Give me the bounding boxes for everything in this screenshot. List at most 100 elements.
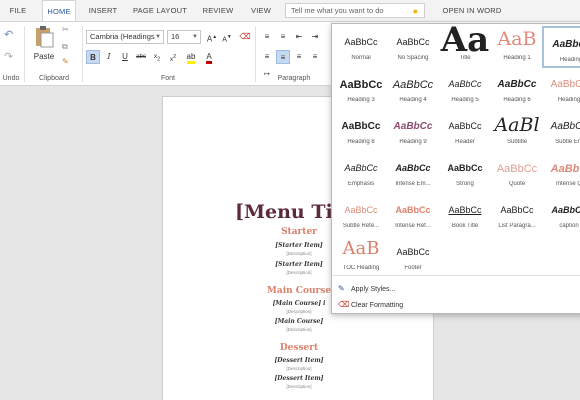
tab-view[interactable]: VIEW: [246, 0, 276, 21]
style-option[interactable]: AaB TOC Heading: [334, 236, 388, 278]
redo-icon[interactable]: ↷: [4, 50, 13, 63]
style-name: Footer: [404, 265, 422, 271]
tab-page-layout[interactable]: PAGE LAYOUT: [130, 0, 190, 21]
bold-button[interactable]: B: [86, 50, 100, 64]
style-preview: AaBbC: [550, 163, 580, 175]
clear-formatting-menu-item[interactable]: ⌫ Clear Formatting: [338, 298, 403, 311]
style-option[interactable]: AaBbcc Heading: [542, 26, 580, 68]
clear-formatting-icon: ⌫: [338, 300, 350, 309]
main-course-item[interactable]: [Main Course]: [163, 318, 435, 325]
style-option[interactable]: Aa Title: [438, 24, 492, 68]
italic-button[interactable]: I: [102, 50, 116, 64]
item-description[interactable]: [Description]: [163, 366, 435, 371]
style-option[interactable]: AaBbCc Heading 9: [386, 110, 440, 152]
style-option[interactable]: AaBbC Intense Q: [542, 152, 580, 194]
tab-open-in-word[interactable]: OPEN IN WORD: [432, 0, 512, 21]
style-option[interactable]: AaBbCc Subtle Em: [542, 110, 580, 152]
chevron-down-icon: ▼: [192, 34, 198, 40]
style-option[interactable]: AaBbCc Book Title: [438, 194, 492, 236]
bullets-icon[interactable]: ≡: [260, 30, 274, 44]
style-preview: AaBbCc: [395, 163, 431, 173]
tab-home[interactable]: HOME: [42, 0, 76, 22]
font-name-select[interactable]: Cambria (Headings ▼: [86, 30, 164, 44]
chevron-down-icon: ▼: [155, 34, 161, 40]
style-option[interactable]: AaBl Subtitle: [490, 110, 544, 152]
align-center-icon[interactable]: ≡: [276, 50, 290, 64]
item-description[interactable]: [Description]: [163, 384, 435, 389]
shrink-font-icon[interactable]: A▼: [220, 30, 234, 44]
style-option[interactable]: AaBbCc Heading: [542, 68, 580, 110]
copy-icon[interactable]: ⧉: [62, 42, 68, 52]
style-name: Subtle Em: [555, 139, 580, 145]
font-color-icon[interactable]: A: [202, 50, 216, 64]
numbering-icon[interactable]: ≡: [276, 30, 290, 44]
tab-insert[interactable]: INSERT: [84, 0, 122, 21]
style-option[interactable]: AaB Heading 1: [490, 26, 544, 68]
style-option[interactable]: AaBbCc Header: [438, 110, 492, 152]
style-option[interactable]: AaBbCc Intense Ref...: [386, 194, 440, 236]
dessert-item[interactable]: [Dessert Item]: [163, 375, 435, 382]
cut-icon[interactable]: ✂: [62, 25, 69, 34]
style-option[interactable]: AaBbCc Emphasis: [334, 152, 388, 194]
style-option[interactable]: AaBbCc Footer: [386, 236, 440, 278]
increase-indent-icon[interactable]: ⇥: [308, 30, 322, 44]
dessert-item[interactable]: [Dessert Item]: [163, 357, 435, 364]
style-option[interactable]: AaBbCc Intense Em...: [386, 152, 440, 194]
align-left-icon[interactable]: ≡: [260, 50, 274, 64]
superscript-button[interactable]: x2: [166, 50, 180, 64]
style-preview: AaBbCc: [339, 79, 383, 91]
style-option[interactable]: AaBbCc No Spacing: [386, 26, 440, 68]
justify-icon[interactable]: ≡: [308, 50, 322, 64]
paste-button[interactable]: Paste: [30, 52, 58, 61]
ribbon-tabs: FILE HOME INSERT PAGE LAYOUT REVIEW VIEW…: [0, 0, 580, 22]
style-option[interactable]: AaBbCc List Paragra...: [490, 194, 544, 236]
style-preview: AaBbCc: [392, 79, 434, 91]
grow-font-icon[interactable]: A▲: [205, 30, 219, 44]
highlight-icon[interactable]: ab: [184, 50, 198, 64]
style-option[interactable]: AaBbCc Heading 4: [386, 68, 440, 110]
style-preview: AaBbCc: [341, 121, 381, 132]
style-preview: AaB: [342, 238, 380, 259]
style-preview: AaBbCc: [448, 79, 482, 89]
apply-styles-label: Apply Styles...: [351, 286, 396, 293]
undo-icon[interactable]: ↶: [4, 28, 13, 41]
style-option[interactable]: AaBbCc Quote: [490, 152, 544, 194]
apply-styles-menu-item[interactable]: ✎ Apply Styles...: [338, 282, 395, 295]
strikethrough-button[interactable]: abc: [134, 50, 148, 64]
divider: [82, 26, 83, 82]
paste-icon[interactable]: [32, 25, 56, 51]
underline-button[interactable]: U: [118, 50, 132, 64]
font-size-select[interactable]: 16 ▼: [167, 30, 201, 44]
decrease-indent-icon[interactable]: ⇤: [292, 30, 306, 44]
style-preview: AaBbCc: [396, 37, 430, 47]
style-name: Heading 8: [347, 139, 375, 145]
style-option[interactable]: AaBbCc caption: [542, 194, 580, 236]
style-option[interactable]: AaBbCc Strong: [438, 152, 492, 194]
style-name: Heading 1: [503, 55, 531, 61]
style-option[interactable]: AaBbCc Heading 6: [490, 68, 544, 110]
apply-styles-icon: ✎: [338, 284, 345, 293]
style-preview: AaBl: [494, 114, 540, 136]
style-name: Intense Q: [555, 181, 580, 187]
tell-me-input[interactable]: Tell me what you want to do ●: [285, 3, 425, 18]
style-preview: AaB: [497, 28, 537, 50]
style-name: Heading: [559, 57, 580, 63]
style-option[interactable]: AaBbCc Heading 5: [438, 68, 492, 110]
tab-file[interactable]: FILE: [4, 0, 32, 21]
style-option[interactable]: AaBbCc Heading 8: [334, 110, 388, 152]
divider: [255, 26, 256, 82]
lightbulb-icon: ●: [412, 6, 418, 16]
style-preview: AaBbCc: [500, 205, 534, 215]
font-name-value: Cambria (Headings: [90, 32, 155, 41]
style-option[interactable]: AaBbCc Normal: [334, 26, 388, 68]
menu-title[interactable]: [Menu Tit: [235, 201, 342, 223]
align-right-icon[interactable]: ≡: [292, 50, 306, 64]
item-description[interactable]: [Description]: [163, 327, 435, 332]
subscript-button[interactable]: x2: [150, 50, 164, 64]
format-painter-icon[interactable]: ✎: [62, 57, 69, 66]
tab-review[interactable]: REVIEW: [198, 0, 238, 21]
style-option[interactable]: AaBbCc Heading 3: [334, 68, 388, 110]
section-heading-dessert[interactable]: Dessert: [163, 343, 435, 353]
clear-formatting-icon[interactable]: ⌫: [238, 30, 252, 44]
style-option[interactable]: AaBbCc Subtle Refe...: [334, 194, 388, 236]
